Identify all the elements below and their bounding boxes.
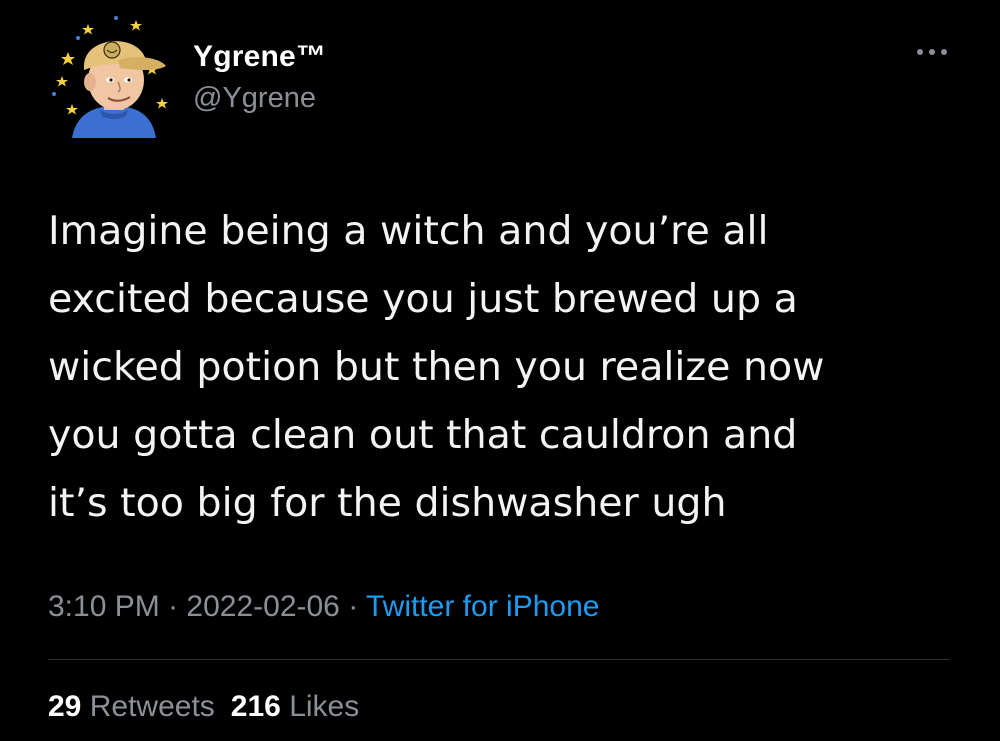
likes-count: 216 [230, 690, 281, 723]
tweet-stats: 29 Retweets 216 Likes [48, 690, 359, 724]
tweet-time[interactable]: 3:10 PM [48, 590, 160, 623]
likes-link[interactable]: 216 Likes [231, 690, 359, 723]
more-options-icon[interactable] [914, 42, 950, 62]
retweets-label: Retweets [89, 690, 215, 723]
tweet-date[interactable]: 2022-02-06 [186, 590, 339, 623]
tweet-text: Imagine being a witch and you’re all exc… [48, 208, 825, 526]
cartoon-avatar-icon[interactable] [48, 14, 178, 138]
author-display-name[interactable]: Ygrene™ [193, 40, 326, 74]
divider [48, 659, 950, 660]
retweets-count: 29 [48, 690, 82, 723]
tweet-meta: 3:10 PM · 2022-02-06 · Twitter for iPhon… [48, 590, 599, 624]
author-handle[interactable]: @Ygrene [193, 82, 316, 115]
retweets-link[interactable]: 29 Retweets [48, 690, 215, 723]
tweet: Ygrene™ @Ygrene Imagine being a witch an… [0, 0, 1000, 741]
meta-separator: · [159, 590, 187, 623]
meta-separator: · [339, 590, 366, 623]
likes-label: Likes [289, 690, 360, 723]
tweet-source-link[interactable]: Twitter for iPhone [366, 590, 599, 623]
